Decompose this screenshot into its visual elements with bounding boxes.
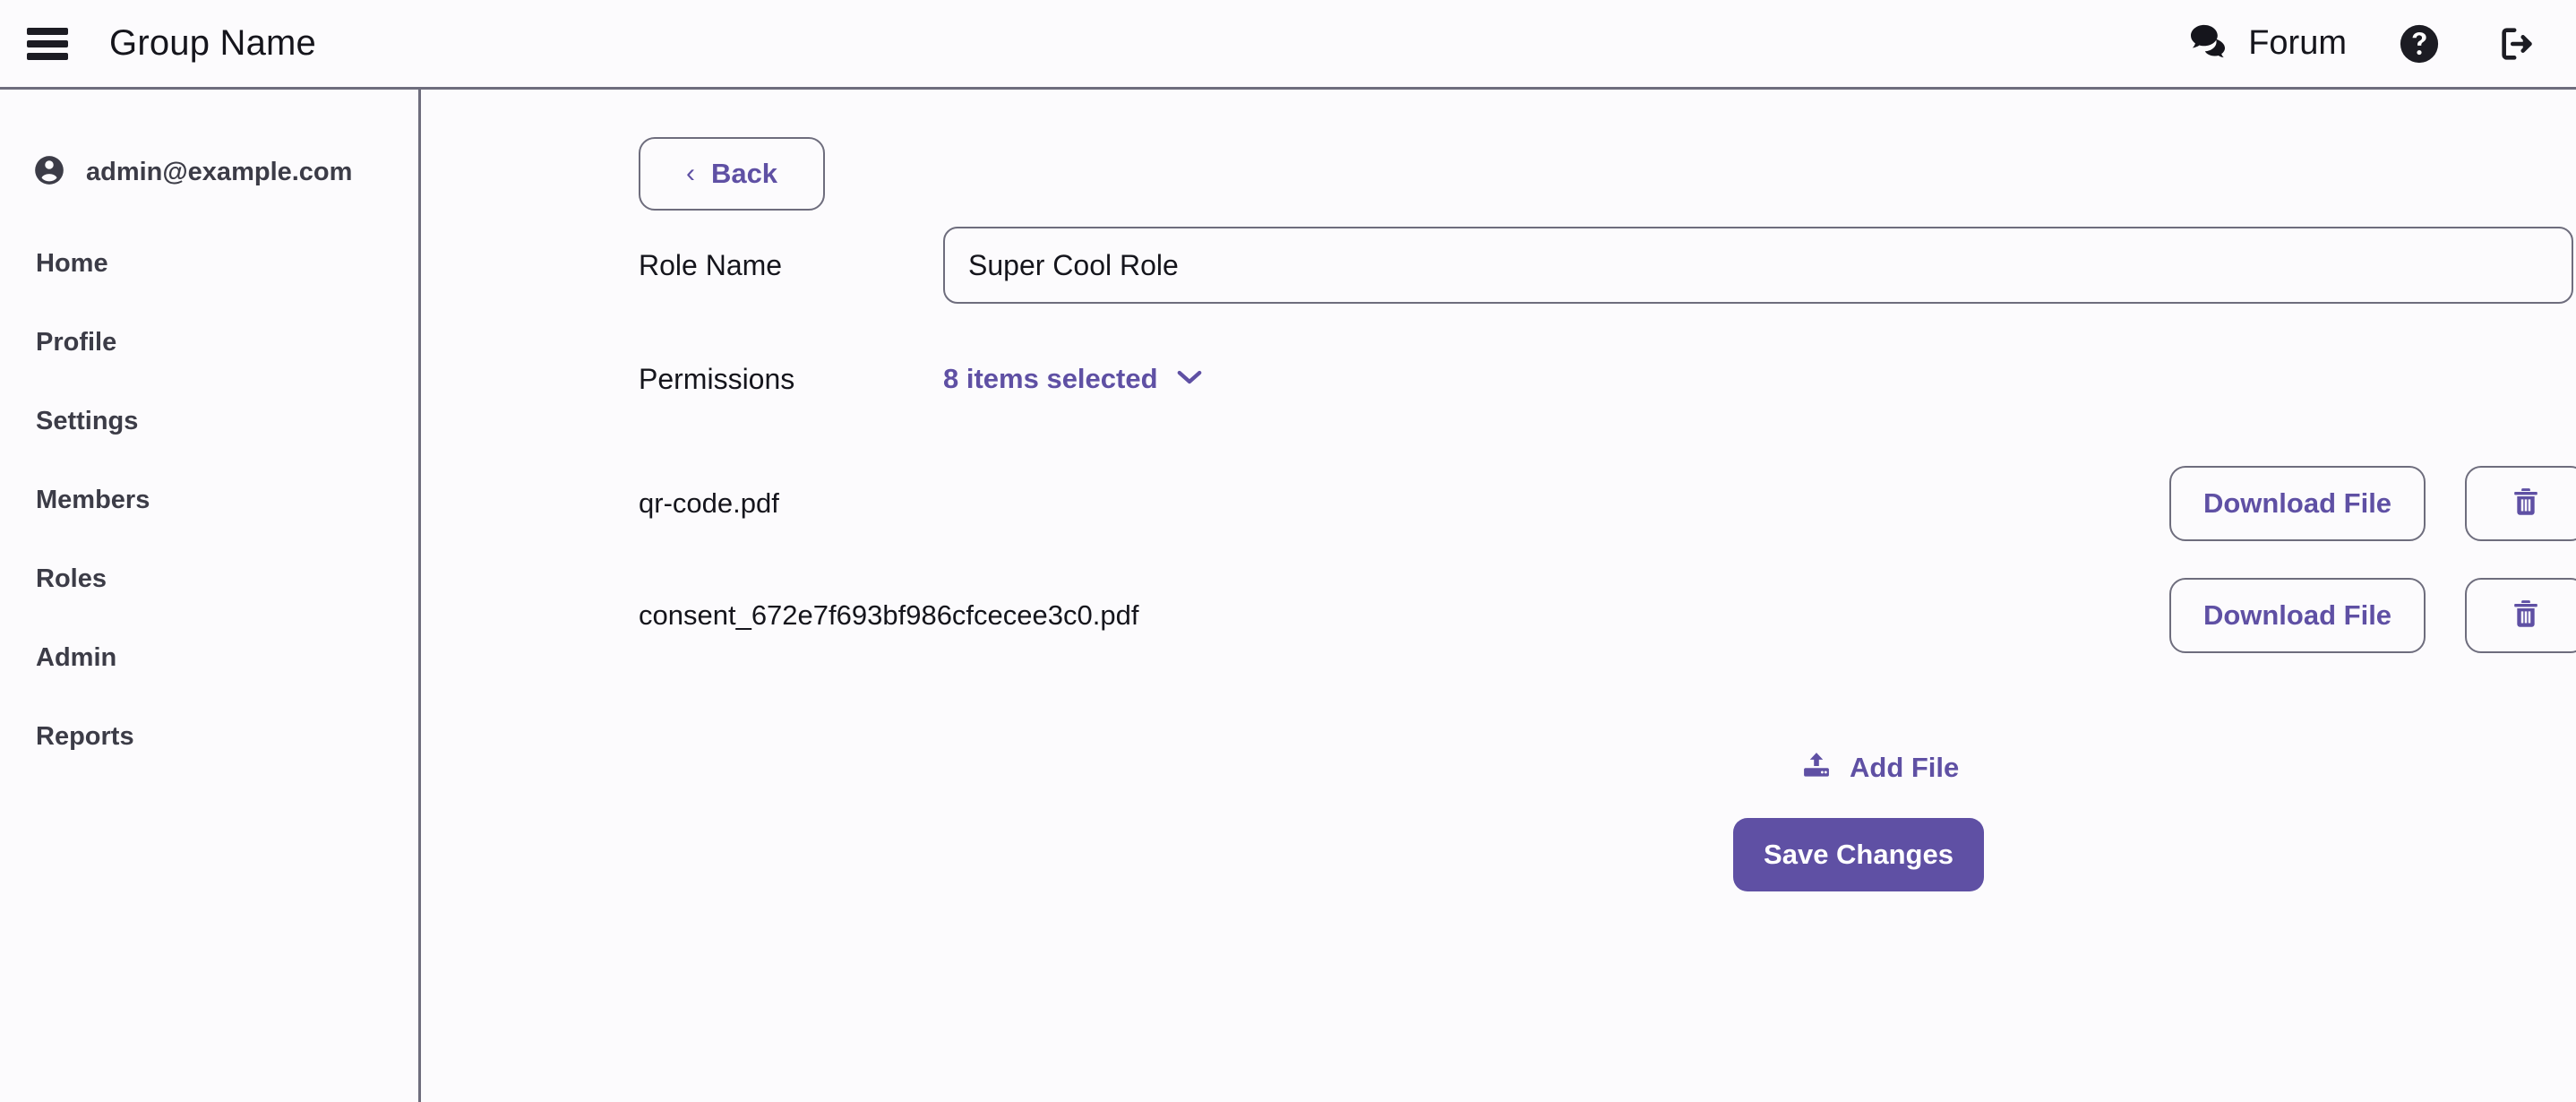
file-list: qr-code.pdf Download File consent_672e7f…	[639, 447, 2576, 671]
table-row: consent_672e7f693bf986cfcecee3c0.pdf Dow…	[639, 559, 2576, 671]
sidebar-user[interactable]: admin@example.com	[0, 145, 418, 199]
help-circle-icon[interactable]	[2399, 23, 2440, 65]
sidebar-item-members[interactable]: Members	[0, 461, 418, 539]
save-button[interactable]: Save Changes	[1733, 818, 1984, 891]
permissions-dropdown[interactable]: 8 items selected	[943, 363, 1203, 395]
back-button[interactable]: ‹ Back	[639, 137, 825, 211]
sidebar-item-label: Roles	[36, 564, 107, 593]
chevron-left-icon: ‹	[685, 159, 695, 188]
delete-file-button[interactable]	[2465, 577, 2576, 653]
hamburger-menu-icon[interactable]	[27, 27, 68, 60]
sidebar-item-label: Reports	[36, 721, 134, 751]
add-file-label: Add File	[1850, 751, 1960, 783]
add-file-button[interactable]: Add File	[1801, 751, 1959, 784]
sidebar-item-settings[interactable]: Settings	[0, 382, 418, 461]
download-file-button[interactable]: Download File	[2169, 465, 2426, 541]
role-name-row: Role Name	[639, 225, 2573, 306]
app-root: Group Name Forum admin@example.com Home …	[0, 0, 2576, 1102]
download-file-button[interactable]: Download File	[2169, 577, 2426, 653]
forum-link[interactable]: Forum	[2189, 23, 2347, 64]
role-name-label: Role Name	[639, 248, 783, 281]
sidebar-item-home[interactable]: Home	[0, 224, 418, 303]
sidebar-item-reports[interactable]: Reports	[0, 697, 418, 776]
sidebar-item-roles[interactable]: Roles	[0, 539, 418, 618]
delete-file-button[interactable]	[2465, 465, 2576, 541]
table-row: qr-code.pdf Download File	[639, 447, 2576, 559]
trash-icon	[2512, 486, 2540, 520]
sidebar-user-email: admin@example.com	[86, 157, 353, 186]
file-actions: Download File	[2169, 577, 2576, 653]
permissions-selected-text: 8 items selected	[943, 363, 1158, 394]
chevron-down-icon	[1176, 368, 1203, 391]
trash-icon	[2512, 598, 2540, 632]
file-actions: Download File	[2169, 465, 2576, 541]
forum-label: Forum	[2248, 24, 2347, 62]
page-title: Group Name	[109, 23, 316, 63]
account-circle-icon	[32, 153, 66, 192]
sidebar-item-label: Home	[36, 248, 108, 278]
upload-icon	[1801, 751, 1832, 784]
file-name: qr-code.pdf	[639, 486, 779, 519]
sidebar-item-label: Settings	[36, 406, 139, 435]
header-actions: Forum	[2189, 23, 2576, 65]
sidebar-item-label: Profile	[36, 327, 117, 357]
file-name: consent_672e7f693bf986cfcecee3c0.pdf	[639, 598, 1139, 631]
sidebar-item-admin[interactable]: Admin	[0, 618, 418, 697]
main-content: ‹ Back Role Name Permissions 8 items sel…	[424, 92, 2576, 1102]
back-button-label: Back	[710, 158, 778, 189]
sidebar-item-label: Members	[36, 485, 150, 514]
permissions-label: Permissions	[639, 362, 795, 395]
logout-icon[interactable]	[2497, 23, 2538, 65]
app-header: Group Name Forum	[0, 0, 2576, 90]
chat-bubbles-icon	[2189, 23, 2228, 64]
role-name-input[interactable]	[943, 227, 2573, 304]
sidebar-item-profile[interactable]: Profile	[0, 303, 418, 382]
sidebar-item-label: Admin	[36, 642, 117, 672]
sidebar-nav: Home Profile Settings Members Roles Admi…	[0, 224, 418, 776]
permissions-row: Permissions 8 items selected	[639, 352, 2573, 406]
sidebar: admin@example.com Home Profile Settings …	[0, 90, 421, 1102]
